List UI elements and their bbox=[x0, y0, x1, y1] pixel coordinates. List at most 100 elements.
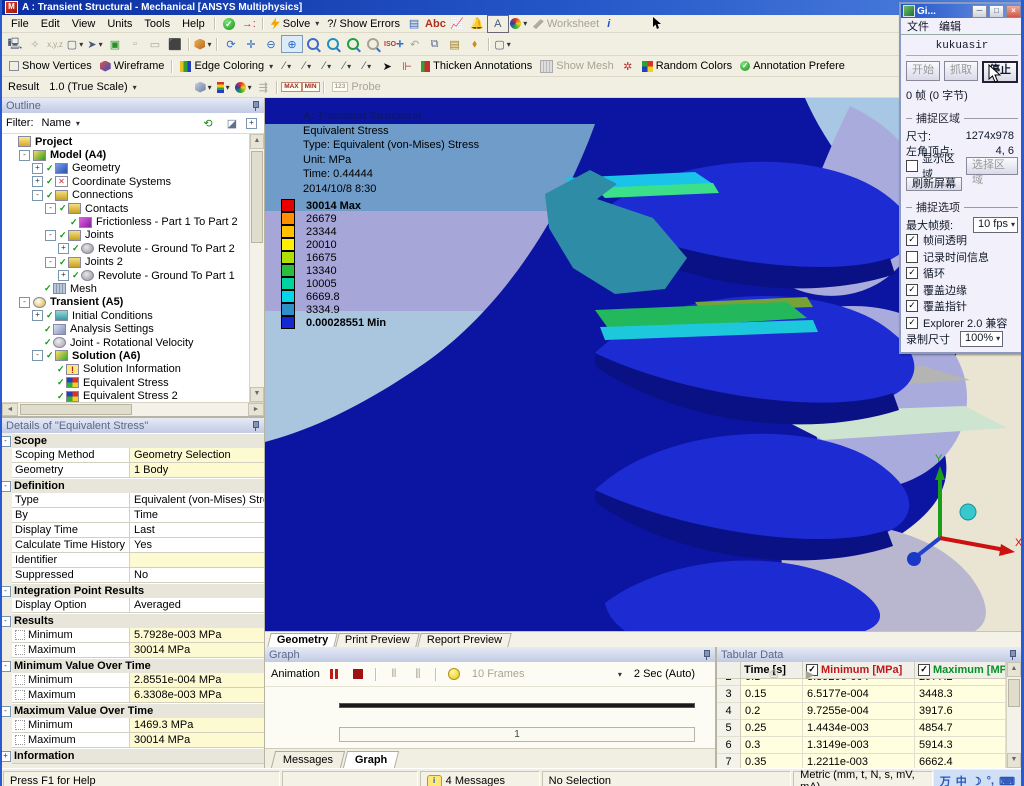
zoom-in-icon[interactable]: ⊕ bbox=[281, 35, 303, 53]
record-size-dropdown[interactable]: 100% bbox=[960, 331, 1003, 347]
pin-icon[interactable] bbox=[1008, 650, 1017, 660]
viewport-tab-report-preview[interactable]: Report Preview bbox=[417, 633, 512, 647]
tree-item[interactable]: +✓Initial Conditions bbox=[2, 309, 249, 322]
details-category-row[interactable]: +Information bbox=[2, 748, 264, 763]
details-checkbox[interactable] bbox=[15, 630, 25, 640]
tree-expand-box[interactable]: + bbox=[58, 270, 69, 281]
wireframe-button[interactable]: Wireframe bbox=[96, 60, 169, 72]
tree-expand-box[interactable]: + bbox=[32, 163, 43, 174]
tree-expand-box[interactable]: - bbox=[32, 350, 43, 361]
filter-options-icon[interactable]: ◪ bbox=[222, 115, 242, 131]
pause-icon[interactable] bbox=[324, 666, 344, 682]
scroll-down-arrow[interactable]: ▼ bbox=[250, 387, 264, 402]
tree-item[interactable]: -✓Connections bbox=[2, 189, 249, 202]
graph-header[interactable]: Graph bbox=[265, 647, 715, 662]
probe-button[interactable]: 123Probe bbox=[328, 81, 385, 93]
table-row[interactable]: 20.18.8920e-0042977.2 bbox=[717, 679, 1006, 686]
details-expand-box[interactable]: - bbox=[2, 481, 11, 492]
capture-menu-item[interactable]: 文件 bbox=[907, 18, 929, 34]
select-vertices-icon[interactable]: ▫ bbox=[125, 36, 145, 52]
tree-expand-box[interactable]: - bbox=[19, 150, 30, 161]
details-property-value[interactable]: 2.8551e-004 MPa bbox=[130, 673, 264, 688]
details-header[interactable]: Details of "Equivalent Stress" bbox=[2, 418, 264, 433]
comment-icon[interactable]: 🔔 bbox=[467, 16, 487, 32]
tree-expand-box[interactable]: + bbox=[32, 176, 43, 187]
details-property-value[interactable]: Time bbox=[130, 508, 264, 523]
expand-all-icon[interactable]: + bbox=[246, 118, 257, 129]
details-checkbox[interactable] bbox=[15, 675, 25, 685]
maximum-checkbox[interactable]: ✓ bbox=[918, 664, 930, 676]
timeline-bar[interactable] bbox=[339, 703, 695, 708]
annotation-text-icon[interactable]: A bbox=[487, 15, 509, 33]
viewports-icon[interactable]: ⧉ bbox=[425, 36, 445, 52]
details-category-row[interactable]: -Integration Point Results bbox=[2, 583, 264, 598]
show-mesh-button[interactable]: Show Mesh bbox=[536, 60, 617, 73]
update-contours-icon[interactable] bbox=[444, 666, 464, 682]
details-expand-box[interactable]: - bbox=[2, 661, 11, 672]
capture-title-bar[interactable]: Gi... ─ □ × bbox=[901, 4, 1023, 18]
ime-icon[interactable]: 万 bbox=[940, 773, 951, 786]
show-region-checkbox[interactable] bbox=[906, 160, 918, 172]
tree-item[interactable]: ✓Frictionless - Part 1 To Part 2 bbox=[2, 215, 249, 228]
frames-dropdown[interactable]: 10 Frames bbox=[468, 668, 626, 680]
iso-view-icon[interactable]: ISO✛ bbox=[383, 36, 405, 52]
thicken-annotations-button[interactable]: Thicken Annotations bbox=[417, 60, 536, 72]
capture-menu-item[interactable]: 编辑 bbox=[939, 18, 961, 34]
zoom-all-icon[interactable] bbox=[343, 36, 363, 52]
scroll-thumb-horizontal[interactable] bbox=[20, 404, 132, 415]
outline-header[interactable]: Outline bbox=[2, 98, 264, 113]
zoom-out-icon[interactable]: ⊖ bbox=[261, 36, 281, 52]
details-property-value[interactable]: Geometry Selection bbox=[130, 448, 264, 463]
scroll-thumb[interactable] bbox=[251, 151, 263, 243]
details-checkbox[interactable] bbox=[15, 735, 25, 745]
coordinates-icon[interactable]: x,y,z bbox=[45, 36, 65, 52]
pin-icon[interactable] bbox=[702, 650, 711, 660]
details-expand-box[interactable]: - bbox=[2, 436, 11, 447]
contour-display-icon[interactable] bbox=[233, 79, 253, 95]
explode-view-icon[interactable]: ➤ bbox=[377, 58, 397, 74]
details-property-value[interactable]: 30014 MPa bbox=[130, 733, 264, 748]
status-messages[interactable]: i4 Messages bbox=[420, 771, 540, 786]
pan-icon[interactable]: ✛ bbox=[241, 36, 261, 52]
extend-selection-icon[interactable]: ▣ bbox=[105, 36, 125, 52]
select-mode-icon[interactable]: ▢ bbox=[65, 36, 85, 52]
show-errors-button[interactable]: ?/ Show Errors bbox=[323, 18, 404, 30]
triad-toggle-icon[interactable]: ✲ bbox=[618, 58, 638, 74]
select-edges-icon[interactable]: ▭ bbox=[145, 36, 165, 52]
edge-direction-icon-1[interactable]: ∕ bbox=[277, 58, 297, 74]
select-region-button[interactable]: 选择区域 bbox=[966, 157, 1018, 175]
image-capture-icon[interactable] bbox=[509, 16, 529, 32]
rotate-icon[interactable]: ⟳ bbox=[221, 36, 241, 52]
frame-range-icon[interactable]: ⫼ bbox=[408, 666, 428, 682]
edge-compare-icon[interactable]: ⊩ bbox=[397, 58, 417, 74]
tree-item[interactable]: ✓Equivalent Stress 2 bbox=[2, 389, 249, 402]
details-property-value[interactable]: Last bbox=[130, 523, 264, 538]
capture-checkbox[interactable]: ✓ bbox=[906, 317, 918, 329]
grab-button[interactable]: 抓取 bbox=[944, 61, 978, 81]
details-checkbox[interactable] bbox=[15, 720, 25, 730]
details-property-value[interactable]: 6.3308e-003 MPa bbox=[130, 688, 264, 703]
zoom-previous-icon[interactable] bbox=[363, 36, 383, 52]
details-category-row[interactable]: -Minimum Value Over Time bbox=[2, 658, 264, 673]
menu-view[interactable]: View bbox=[66, 17, 102, 31]
table-row[interactable]: 60.31.3149e-0035914.3 bbox=[717, 737, 1006, 754]
menu-help[interactable]: Help bbox=[176, 17, 211, 31]
tree-expand-box[interactable]: - bbox=[45, 257, 56, 268]
vector-display-icon[interactable]: ⇶ bbox=[253, 79, 273, 95]
tree-item[interactable]: ✓Analysis Settings bbox=[2, 322, 249, 335]
scroll-left-arrow[interactable]: ◄ bbox=[2, 403, 18, 416]
outline-vertical-scrollbar[interactable]: ▲ ▼ bbox=[249, 134, 264, 402]
table-row[interactable]: 50.251.4434e-0034854.7 bbox=[717, 720, 1006, 737]
pin-icon[interactable] bbox=[251, 421, 260, 431]
validate-icon[interactable]: ✓ bbox=[219, 16, 239, 32]
details-property-value[interactable]: 1469.3 MPa bbox=[130, 718, 264, 733]
zoom-fit-icon[interactable] bbox=[323, 36, 343, 52]
tree-item[interactable]: -✓Joints bbox=[2, 229, 249, 242]
tree-expand-box[interactable]: - bbox=[45, 203, 56, 214]
tree-expand-box[interactable]: + bbox=[58, 243, 69, 254]
details-property-value[interactable]: 1 Body bbox=[130, 463, 264, 478]
capture-checkbox[interactable]: ✓ bbox=[906, 284, 918, 296]
view-cube-icon[interactable] bbox=[193, 36, 213, 52]
details-category-row[interactable]: -Scope bbox=[2, 433, 264, 448]
maximize-button[interactable]: □ bbox=[989, 5, 1004, 18]
